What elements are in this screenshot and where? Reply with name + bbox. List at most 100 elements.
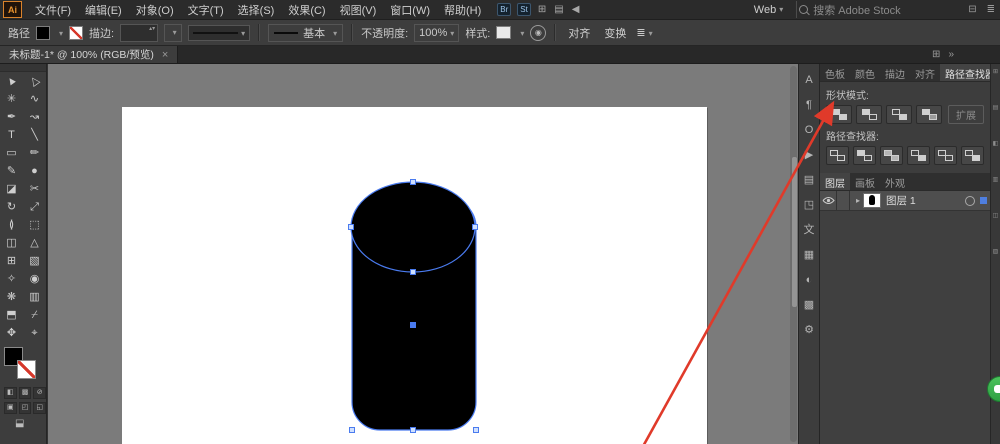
- outline-button[interactable]: [934, 146, 957, 165]
- transform-button[interactable]: 变换: [600, 25, 630, 41]
- artboard-tool[interactable]: ⬒: [0, 306, 23, 324]
- panel-tab[interactable]: 对齐: [910, 64, 940, 81]
- minus-back-button[interactable]: [961, 146, 984, 165]
- paragraph-panel-icon[interactable]: ¶: [799, 94, 819, 119]
- stock-badge[interactable]: St: [517, 3, 531, 16]
- style-caret-icon[interactable]: [517, 27, 524, 39]
- draw-normal-icon[interactable]: ▣: [4, 402, 17, 414]
- panel-tab[interactable]: 画板: [850, 173, 880, 190]
- style-swatch[interactable]: [496, 26, 512, 39]
- magic-wand-tool[interactable]: ✳: [0, 90, 23, 108]
- paintbrush-tool[interactable]: ✏: [23, 144, 46, 162]
- expand-button[interactable]: 扩展: [948, 105, 984, 124]
- edge-panel-icon-1[interactable]: ⊞: [991, 68, 1000, 104]
- control-panel-menu-icon[interactable]: ≣: [636, 26, 652, 39]
- crop-button[interactable]: [907, 146, 930, 165]
- libraries-panel-icon[interactable]: ◳: [799, 194, 819, 219]
- handle-top[interactable]: [410, 179, 416, 185]
- close-tab-icon[interactable]: ×: [162, 49, 168, 61]
- menu-item[interactable]: 对象(O): [129, 2, 181, 18]
- fill-swatch[interactable]: [36, 25, 50, 40]
- opentype-panel-icon[interactable]: O: [799, 119, 819, 144]
- brush-definition-dropdown[interactable]: 基本: [268, 23, 344, 42]
- hand-tool[interactable]: ✥: [0, 324, 23, 342]
- stroke-weight-dropdown[interactable]: [164, 23, 183, 42]
- align-button[interactable]: 对齐: [564, 25, 594, 41]
- color-mode-icon[interactable]: ◧: [4, 387, 17, 399]
- color-panel-icon[interactable]: ◐: [799, 269, 819, 294]
- menu-item[interactable]: 编辑(E): [78, 2, 129, 18]
- glyphs-panel-icon[interactable]: 文: [799, 219, 819, 244]
- eraser-tool[interactable]: ◪: [0, 180, 23, 198]
- eyedropper-tool[interactable]: ✧: [0, 270, 23, 288]
- recolor-artwork-icon[interactable]: ◉: [530, 24, 547, 41]
- pencil-tool[interactable]: ✎: [0, 162, 23, 180]
- fill-caret-icon[interactable]: [56, 27, 63, 39]
- workspace-switcher-icon[interactable]: ⊟: [968, 4, 976, 15]
- trim-button[interactable]: [853, 146, 876, 165]
- stroke-weight-stepper[interactable]: [120, 23, 159, 42]
- handle-ellipse-right[interactable]: [472, 224, 478, 230]
- rotate-tool[interactable]: ↻: [0, 198, 23, 216]
- app-logo[interactable]: Ai: [3, 1, 22, 18]
- scrollbar-thumb[interactable]: [791, 156, 798, 308]
- edge-panel-icon-5[interactable]: ◫: [991, 212, 1000, 248]
- draw-inside-icon[interactable]: ◱: [33, 402, 47, 414]
- menu-item[interactable]: 效果(C): [281, 2, 332, 18]
- width-tool[interactable]: ≬: [0, 216, 23, 234]
- swatches-panel-icon[interactable]: ▦: [799, 244, 819, 269]
- variable-width-profile-dropdown[interactable]: [188, 24, 251, 41]
- handle-ellipse-bottom[interactable]: [410, 269, 416, 275]
- target-circle-icon[interactable]: [965, 195, 975, 206]
- export-panel-icon[interactable]: ▤: [799, 169, 819, 194]
- none-mode-icon[interactable]: ⊘: [33, 387, 47, 399]
- scissors-tool[interactable]: ✂: [23, 180, 46, 198]
- stroke-swatch[interactable]: [69, 25, 84, 40]
- minus-front-button[interactable]: [856, 105, 882, 124]
- panel-tab[interactable]: 色板: [820, 64, 850, 81]
- symbol-sprayer-tool[interactable]: ❋: [0, 288, 23, 306]
- menu-item[interactable]: 文件(F): [28, 2, 78, 18]
- handle-ellipse-left[interactable]: [348, 224, 354, 230]
- mesh-tool[interactable]: ⊞: [0, 252, 23, 270]
- layer-name[interactable]: 图层 1: [886, 193, 965, 208]
- workspace-switcher[interactable]: Web: [754, 4, 783, 16]
- unite-button[interactable]: [826, 105, 852, 124]
- exclude-button[interactable]: [916, 105, 942, 124]
- handle-bottom-left[interactable]: [349, 427, 355, 433]
- gradient-mode-icon[interactable]: ▩: [18, 387, 32, 399]
- merge-button[interactable]: [880, 146, 903, 165]
- rectangle-tool[interactable]: ▭: [0, 144, 23, 162]
- zoom-tool[interactable]: ⌖: [23, 324, 46, 342]
- window-layout-icon[interactable]: ▤: [554, 4, 563, 15]
- ellipse-shape[interactable]: [350, 181, 476, 273]
- menu-item[interactable]: 窗口(W): [383, 2, 437, 18]
- stroke-color-well[interactable]: [17, 360, 36, 379]
- gradient-tool[interactable]: ▧: [23, 252, 46, 270]
- layer-row[interactable]: 图层 1: [820, 191, 990, 211]
- stock-search-input[interactable]: 搜索 Adobe Stock: [799, 2, 949, 18]
- edge-panel-icon-3[interactable]: ◧: [991, 140, 1000, 176]
- menu-item[interactable]: 文字(T): [181, 2, 231, 18]
- expand-caret-icon[interactable]: [856, 196, 860, 205]
- lock-toggle[interactable]: [837, 191, 850, 210]
- handle-center[interactable]: [410, 322, 416, 328]
- panel-tab[interactable]: 描边: [880, 64, 910, 81]
- announcement-icon[interactable]: ◀: [572, 4, 580, 15]
- free-transform-tool[interactable]: ⬚: [23, 216, 46, 234]
- handle-bottom-center[interactable]: [410, 427, 416, 433]
- bridge-badge[interactable]: Br: [497, 3, 512, 16]
- line-segment-tool[interactable]: ╲: [23, 126, 46, 144]
- canvas[interactable]: [48, 64, 798, 444]
- panel-tab[interactable]: 图层: [820, 173, 850, 190]
- perspective-grid-tool[interactable]: △: [23, 234, 46, 252]
- panel-tab[interactable]: 外观: [880, 173, 910, 190]
- column-graph-tool[interactable]: ▥: [23, 288, 46, 306]
- layer-thumbnail[interactable]: [863, 193, 882, 208]
- opacity-field[interactable]: 100%: [414, 23, 460, 42]
- menu-item[interactable]: 选择(S): [231, 2, 282, 18]
- handle-bottom-right[interactable]: [473, 427, 479, 433]
- gradient-panel-icon[interactable]: ▩: [799, 294, 819, 319]
- blob-brush-tool[interactable]: ●: [23, 162, 46, 180]
- selected-object[interactable]: [350, 181, 477, 431]
